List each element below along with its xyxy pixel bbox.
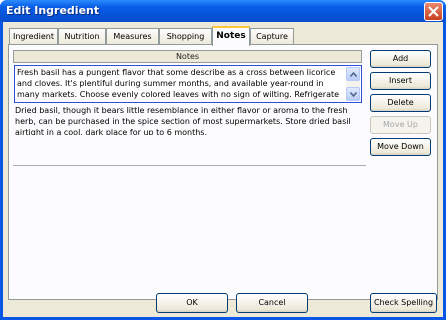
scroll-down-button[interactable]	[346, 87, 360, 101]
title-bar[interactable]: Edit Ingredient	[0, 0, 446, 22]
scroll-up-button[interactable]	[346, 67, 360, 81]
check-spelling-button[interactable]: Check Spelling	[370, 293, 437, 313]
notes-row-editing[interactable]: Fresh basil has a pungent flavor that so…	[14, 65, 362, 103]
delete-button[interactable]: Delete	[370, 94, 431, 112]
notes-column-header[interactable]: Notes	[13, 50, 362, 63]
grid-divider	[13, 165, 366, 166]
window-title: Edit Ingredient	[6, 4, 100, 17]
ok-button[interactable]: OK	[156, 293, 228, 313]
cancel-button[interactable]: Cancel	[236, 293, 308, 313]
tab-notes[interactable]: Notes	[212, 26, 250, 46]
dialog-client-area: Ingredient Nutrition Measures Shopping N…	[3, 22, 443, 317]
notes-tab-panel: Notes Fresh basil has a pungent flavor t…	[8, 44, 438, 300]
row-scrollbar[interactable]	[346, 67, 360, 101]
edit-ingredient-dialog: Edit Ingredient Ingredient Nutrition Mea…	[0, 0, 446, 320]
insert-button[interactable]: Insert	[370, 72, 431, 90]
close-button[interactable]	[424, 2, 443, 21]
move-down-button[interactable]: Move Down	[370, 138, 431, 156]
chevron-up-icon	[350, 72, 357, 77]
tab-ingredient[interactable]: Ingredient	[9, 28, 58, 45]
notes-grid: Notes Fresh basil has a pungent flavor t…	[13, 50, 366, 168]
tab-capture[interactable]: Capture	[250, 28, 294, 45]
close-icon	[428, 6, 439, 17]
move-up-button[interactable]: Move Up	[370, 116, 431, 134]
notes-row-text[interactable]: Fresh basil has a pungent flavor that so…	[17, 67, 345, 102]
notes-row[interactable]: Dried basil, though it bears little rese…	[15, 105, 361, 135]
tab-shopping[interactable]: Shopping	[159, 28, 212, 45]
add-button[interactable]: Add	[370, 50, 431, 68]
chevron-down-icon	[350, 92, 357, 97]
tab-nutrition[interactable]: Nutrition	[58, 28, 106, 45]
tab-measures[interactable]: Measures	[106, 28, 159, 45]
